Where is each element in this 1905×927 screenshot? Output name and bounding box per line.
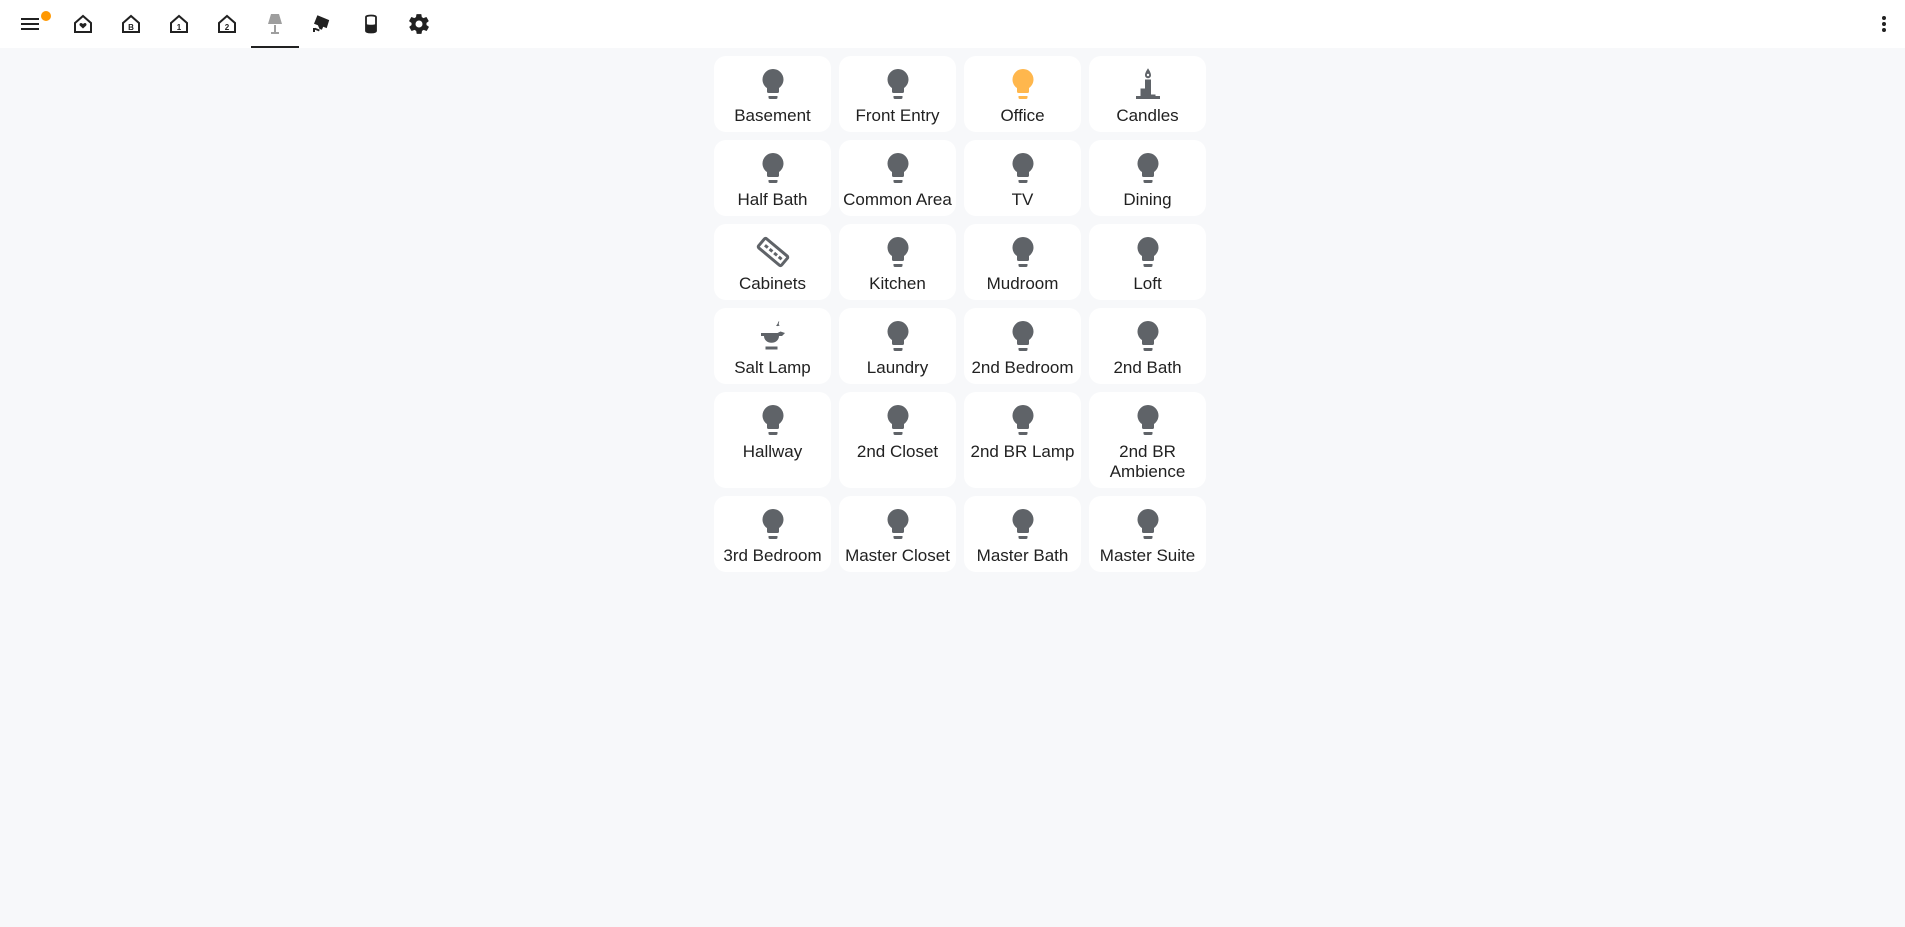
light-card-dining[interactable]: Dining	[1089, 140, 1206, 216]
light-card-2nd-bedroom[interactable]: 2nd Bedroom	[964, 308, 1081, 384]
light-card-office[interactable]: Office	[964, 56, 1081, 132]
active-tab-indicator	[251, 46, 299, 48]
light-card-label: 2nd BR Lamp	[970, 442, 1075, 461]
gear-icon	[409, 14, 429, 34]
cctv-icon	[313, 15, 330, 33]
lightbulb-icon	[755, 64, 791, 104]
light-card-label: Master Closet	[845, 546, 950, 565]
light-card-2nd-br-lamp[interactable]: 2nd BR Lamp	[964, 392, 1081, 488]
lightbulb-icon	[880, 316, 916, 356]
light-card-mudroom[interactable]: Mudroom	[964, 224, 1081, 300]
light-card-label: 2nd Bath	[1113, 358, 1182, 377]
tab-basement[interactable]: B	[107, 0, 155, 48]
lamp-icon	[268, 14, 282, 34]
light-card-master-closet[interactable]: Master Closet	[839, 496, 956, 572]
light-card-label: Common Area	[843, 190, 952, 209]
light-card-front-entry[interactable]: Front Entry	[839, 56, 956, 132]
light-card-label: 2nd Closet	[856, 442, 939, 461]
dots-vertical-icon	[1882, 16, 1886, 32]
light-card-2nd-bath[interactable]: 2nd Bath	[1089, 308, 1206, 384]
home-basement-icon: B	[122, 14, 140, 33]
lightbulb-icon	[1130, 232, 1166, 272]
light-card-tv[interactable]: TV	[964, 140, 1081, 216]
lightbulb-icon	[880, 148, 916, 188]
light-card-label: Master Suite	[1099, 546, 1196, 565]
light-card-label: TV	[1011, 190, 1034, 209]
light-card-kitchen[interactable]: Kitchen	[839, 224, 956, 300]
light-card-label: Mudroom	[986, 274, 1059, 293]
lightbulb-icon	[1130, 316, 1166, 356]
home-floor-1-icon: 1	[170, 14, 188, 33]
lightbulb-icon	[880, 232, 916, 272]
lightbulb-icon	[880, 400, 916, 440]
overflow-menu-button[interactable]	[1866, 0, 1902, 48]
home-floor-2-icon: 2	[218, 14, 236, 33]
light-card-label: Office	[1000, 106, 1045, 125]
tab-settings[interactable]	[395, 0, 443, 48]
home-heart-icon	[74, 14, 92, 33]
light-card-laundry[interactable]: Laundry	[839, 308, 956, 384]
light-card-label: Loft	[1133, 274, 1162, 293]
lightbulb-icon	[755, 148, 791, 188]
light-card-label: Laundry	[866, 358, 929, 377]
tab-home[interactable]	[59, 0, 107, 48]
lightbulb-icon	[1005, 504, 1041, 544]
svg-text:B: B	[128, 23, 134, 32]
light-card-label: 3rd Bedroom	[723, 546, 822, 565]
lightbulb-icon	[755, 504, 791, 544]
lightbulb-icon	[1005, 316, 1041, 356]
candle-icon	[1130, 64, 1166, 104]
top-toolbar: B 1 2	[0, 0, 1905, 48]
light-card-common-area[interactable]: Common Area	[839, 140, 956, 216]
light-card-label: Front Entry	[855, 106, 940, 125]
light-card-2nd-br-ambience[interactable]: 2nd BR Ambience	[1089, 392, 1206, 488]
light-card-label: 2nd BR Ambience	[1109, 442, 1186, 481]
menu-icon	[21, 18, 39, 30]
notification-badge	[41, 11, 51, 21]
speaker-icon	[365, 14, 377, 34]
svg-text:2: 2	[225, 23, 230, 32]
led-strip-icon	[755, 232, 791, 272]
light-card-label: Hallway	[742, 442, 803, 461]
lightbulb-icon	[1130, 504, 1166, 544]
lightbulb-icon	[1005, 148, 1041, 188]
light-card-3rd-bedroom[interactable]: 3rd Bedroom	[714, 496, 831, 572]
light-card-half-bath[interactable]: Half Bath	[714, 140, 831, 216]
light-card-2nd-closet[interactable]: 2nd Closet	[839, 392, 956, 488]
lightbulb-icon	[1005, 64, 1041, 104]
lightbulb-icon	[880, 504, 916, 544]
lightbulb-icon	[880, 64, 916, 104]
menu-button[interactable]	[6, 0, 54, 48]
light-card-label: Cabinets	[738, 274, 807, 293]
light-card-label: Basement	[734, 106, 811, 125]
oil-lamp-icon	[755, 316, 791, 356]
tab-lights[interactable]	[251, 0, 299, 48]
light-card-label: Candles	[1116, 106, 1179, 125]
tab-floor-1[interactable]: 1	[155, 0, 203, 48]
light-card-label: Salt Lamp	[734, 358, 811, 377]
light-card-label: Kitchen	[869, 274, 926, 293]
light-card-label: 2nd Bedroom	[971, 358, 1074, 377]
tab-floor-2[interactable]: 2	[203, 0, 251, 48]
light-card-label: Dining	[1123, 190, 1172, 209]
lightbulb-icon	[1130, 400, 1166, 440]
light-card-candles[interactable]: Candles	[1089, 56, 1206, 132]
light-card-hallway[interactable]: Hallway	[714, 392, 831, 488]
tab-cameras[interactable]	[299, 0, 347, 48]
light-card-master-suite[interactable]: Master Suite	[1089, 496, 1206, 572]
light-card-master-bath[interactable]: Master Bath	[964, 496, 1081, 572]
lightbulb-icon	[755, 400, 791, 440]
light-card-cabinets[interactable]: Cabinets	[714, 224, 831, 300]
light-card-basement[interactable]: Basement	[714, 56, 831, 132]
light-card-salt-lamp[interactable]: Salt Lamp	[714, 308, 831, 384]
light-card-label: Half Bath	[737, 190, 808, 209]
lightbulb-icon	[1130, 148, 1166, 188]
svg-text:1: 1	[177, 23, 182, 32]
light-card-label: Master Bath	[976, 546, 1069, 565]
light-card-loft[interactable]: Loft	[1089, 224, 1206, 300]
lightbulb-icon	[1005, 400, 1041, 440]
tab-speakers[interactable]	[347, 0, 395, 48]
lightbulb-icon	[1005, 232, 1041, 272]
